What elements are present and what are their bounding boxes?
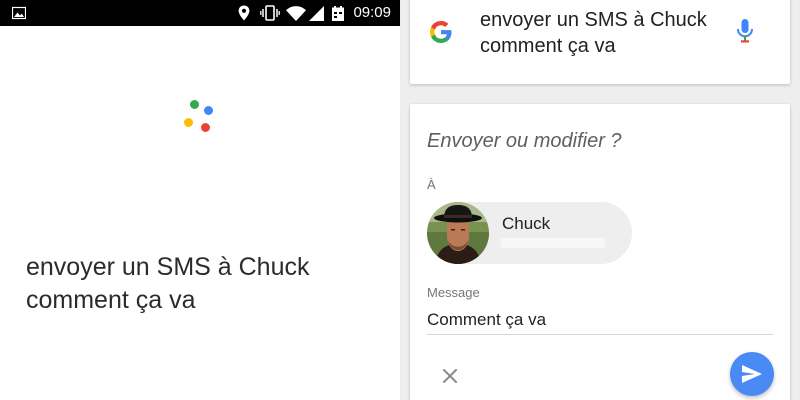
google-g-icon <box>426 17 456 47</box>
wifi-icon <box>285 0 307 26</box>
send-icon <box>742 365 762 383</box>
assistant-dot-yellow <box>184 118 193 127</box>
assistant-dot-green <box>190 100 199 109</box>
status-bar: 09:09 <box>0 0 400 26</box>
recipient-label: À <box>427 177 436 192</box>
mic-icon[interactable] <box>736 18 754 44</box>
recipient-chip[interactable]: Chuck <box>427 202 632 264</box>
spoken-query-text: envoyer un SMS à Chuck comment ça va <box>26 253 310 314</box>
assistant-listening-screen: 09:09 envoyer un SMS à Chuck comment ça … <box>0 0 400 400</box>
google-results-screen: envoyer un SMS à Chuck comment ça va Env… <box>400 0 800 400</box>
contact-name: Chuck <box>502 214 551 233</box>
send-button[interactable] <box>730 352 774 396</box>
message-label: Message <box>427 285 480 300</box>
cell-signal-icon <box>307 0 325 26</box>
location-pin-icon <box>236 0 252 26</box>
image-icon <box>10 0 28 26</box>
assistant-dot-red <box>201 123 210 132</box>
calendar-icon <box>331 0 345 26</box>
message-input[interactable] <box>427 305 773 335</box>
status-time: 09:09 <box>353 4 391 21</box>
search-query-text: envoyer un SMS à Chuck comment ça va <box>480 9 707 57</box>
avatar <box>427 202 489 264</box>
sms-compose-card: Envoyer ou modifier ? À Chuck Message Co… <box>410 104 790 400</box>
google-assistant-dots-icon <box>180 98 220 138</box>
assistant-dot-blue <box>204 106 213 115</box>
vibrate-icon <box>259 0 281 26</box>
card-prompt-title: Envoyer ou modifier ? <box>427 130 622 152</box>
cancel-button[interactable] <box>434 360 466 392</box>
contact-number-placeholder <box>501 238 605 248</box>
search-card[interactable]: envoyer un SMS à Chuck comment ça va <box>410 0 790 84</box>
close-icon <box>442 368 458 384</box>
